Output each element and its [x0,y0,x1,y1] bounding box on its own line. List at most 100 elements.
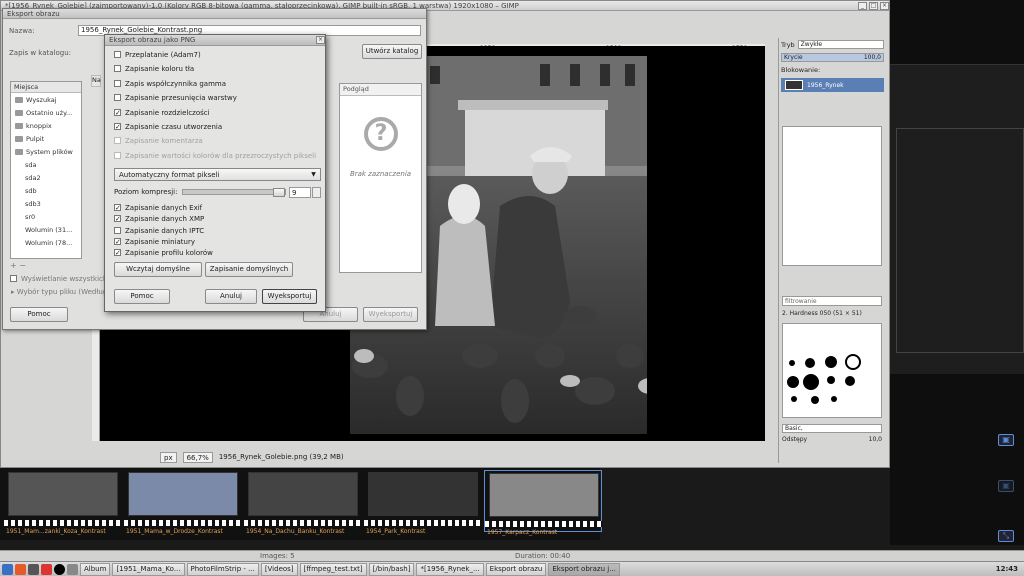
brush-preset[interactable] [845,376,855,386]
maximize-icon[interactable]: □ [869,1,878,10]
option-checkbox[interactable] [114,238,121,245]
menu-icon[interactable] [2,563,13,575]
opacity-slider[interactable]: Krycie 100,0 [781,53,884,62]
zoom-select[interactable]: 66,7% [182,451,213,463]
png-help-button[interactable]: Pomoc [114,289,170,304]
film-frame[interactable]: 1954_Park_Kontrast [364,470,482,535]
image-icon[interactable]: ▣ [998,434,1014,446]
image-icon[interactable]: ▣ [998,480,1014,492]
file-type-expander[interactable]: ▸ Wybór typu pliku (Według [11,288,107,296]
place-item[interactable]: knoppix [11,119,81,132]
unit-select[interactable]: px [160,451,177,463]
taskbar-task[interactable]: [1951_Mama_Ko... [112,562,185,576]
close-icon[interactable]: × [316,36,325,44]
show-all-checkbox[interactable] [10,275,17,282]
metadata-option[interactable]: Zapisanie miniatury [114,236,195,247]
option-checkbox[interactable] [114,94,121,101]
png-export-button[interactable]: Wyeksportuj [262,289,317,304]
brush-tag-input[interactable]: Basic, [782,424,882,433]
close-icon[interactable]: × [880,1,889,10]
option-checkbox[interactable] [114,215,121,222]
mode-select[interactable]: Zwykłe [797,40,884,49]
spacing-row[interactable]: Odstępy 10,0 [782,436,882,443]
metadata-option[interactable]: Zapisanie danych XMP [114,213,204,224]
place-item[interactable]: Ostatnio uży... [11,106,81,119]
compression-spinbox[interactable]: 9 [289,187,311,198]
brush-preset[interactable] [811,396,819,404]
film-frame[interactable]: 1951_Mama_w_Drodze_Kontrast [124,470,242,535]
place-item[interactable]: sr0 [11,210,81,223]
taskbar-task[interactable]: [/bin/bash] [368,562,415,576]
app-icon[interactable] [41,563,52,575]
export-button[interactable]: Wyeksportuj [363,307,418,322]
help-button[interactable]: Pomoc [10,307,68,322]
option-checkbox[interactable] [114,152,121,159]
taskbar-task[interactable]: [ffmpeg_test.txt] [299,562,367,576]
place-item[interactable]: sdb [11,184,81,197]
option-checkbox[interactable] [114,123,121,130]
brush-preset[interactable] [845,354,861,370]
png-option[interactable]: Zapisanie komentarza [114,135,203,146]
png-option[interactable]: Zapisanie wartości kolorów dla przezrocz… [114,150,316,161]
show-all-files-option[interactable]: Wyświetlanie wszystkich [10,273,107,284]
option-checkbox[interactable] [114,227,121,234]
metadata-option[interactable]: Zapisanie danych Exif [114,202,202,213]
png-cancel-button[interactable]: Anuluj [205,289,257,304]
option-checkbox[interactable] [114,137,121,144]
brush-preset[interactable] [803,374,819,390]
png-option[interactable]: Przeplatanie (Adam7) [114,49,201,60]
taskbar-task[interactable]: *[1956_Rynek_... [416,562,484,576]
minimize-icon[interactable]: _ [858,1,867,10]
taskbar-task[interactable]: Album [80,562,111,576]
png-option[interactable]: Zapisanie przesunięcia warstwy [114,92,237,103]
film-frame-selected[interactable]: 1957_Karpacz_Kontrast [484,470,603,536]
metadata-option[interactable]: Zapisanie profilu kolorów [114,247,213,258]
brush-preset[interactable] [827,376,835,384]
option-checkbox[interactable] [114,65,121,72]
place-item[interactable]: Wyszukaj [11,93,81,106]
resize-icon[interactable]: ⤡ [998,530,1014,542]
taskbar-task[interactable]: Eksport obrazu [485,562,547,576]
layers-list[interactable] [782,126,882,266]
save-defaults-button[interactable]: Zapisanie domyślnych [205,262,293,277]
png-option[interactable]: Zapisanie koloru tła [114,63,194,74]
pixel-format-select[interactable]: Automatyczny format pikseli ▼ [114,168,321,181]
option-checkbox[interactable] [114,204,121,211]
load-defaults-button[interactable]: Wczytaj domyślne [114,262,202,277]
brush-preset[interactable] [831,396,837,402]
place-item[interactable]: System plików [11,145,81,158]
option-checkbox[interactable] [114,109,121,116]
firefox-icon[interactable] [15,563,26,575]
brush-preset[interactable] [791,396,797,402]
place-item[interactable]: sdb3 [11,197,81,210]
spin-arrows[interactable] [312,187,321,198]
name-column-header[interactable]: Na [91,75,101,87]
place-item[interactable]: Pulpit [11,132,81,145]
add-remove-place[interactable]: + − [10,261,26,270]
compression-slider[interactable] [182,188,286,197]
app-icon[interactable] [54,563,65,575]
place-item[interactable]: Wolumin (78... [11,236,81,249]
terminal-icon[interactable] [28,563,39,575]
option-checkbox[interactable] [114,249,121,256]
desktop-icon[interactable] [67,563,78,575]
brush-preset[interactable] [805,358,815,368]
option-checkbox[interactable] [114,80,121,87]
taskbar-task[interactable]: PhotoFilmStrip - ... [186,562,259,576]
taskbar-task[interactable]: [Videos] [260,562,298,576]
brush-preset[interactable] [789,360,795,366]
place-item[interactable]: sda [11,158,81,171]
layer-item[interactable]: 1956_Rynek [781,78,884,92]
brush-filter-input[interactable]: filtrowanie [782,296,882,306]
png-option[interactable]: Zapis współczynnika gamma [114,78,226,89]
metadata-option[interactable]: Zapisanie danych IPTC [114,225,204,236]
compression-slider-handle[interactable] [273,188,285,197]
brush-preset[interactable] [787,376,799,388]
create-folder-button[interactable]: Utwórz katalog [362,44,422,59]
brush-preset[interactable] [825,356,837,368]
option-checkbox[interactable] [114,51,121,58]
taskbar-task[interactable]: Eksport obrazu j... [548,562,620,576]
film-frame[interactable]: 1954_Na_Dachu_Banku_Kontrast [244,470,362,535]
png-option[interactable]: Zapisanie rozdzielczości [114,107,210,118]
place-item[interactable]: sda2 [11,171,81,184]
